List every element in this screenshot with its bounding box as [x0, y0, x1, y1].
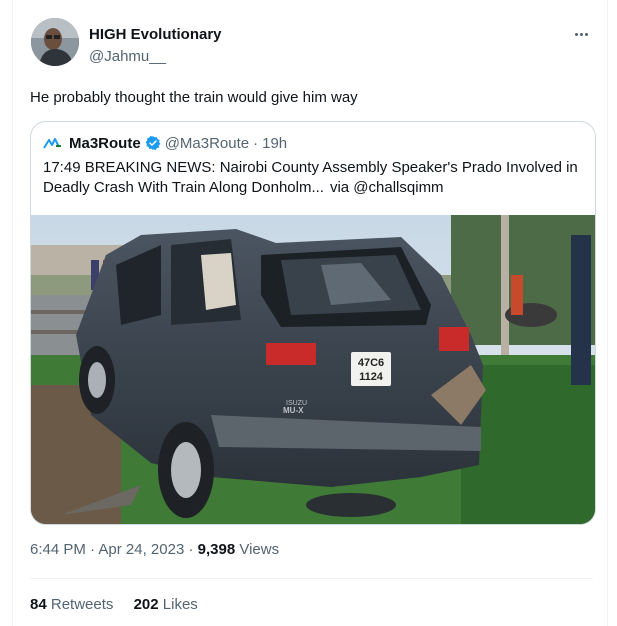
author-avatar[interactable]	[31, 18, 79, 66]
engagement-stats: 84 Retweets 202 Likes	[30, 596, 214, 613]
tweet-time[interactable]: 6:44 PM	[30, 541, 86, 558]
quoted-tweet-header: Ma3Route @Ma3Route · 19h	[43, 134, 287, 152]
likes-label: Likes	[162, 596, 198, 613]
license-plate-line2: 1124	[359, 371, 384, 383]
quoted-timestamp[interactable]: 19h	[262, 135, 287, 152]
author-name[interactable]: HIGH Evolutionary	[89, 26, 222, 43]
author-handle[interactable]: @Jahmu__	[89, 48, 166, 65]
retweets-label: Retweets	[50, 596, 114, 613]
quoted-tweet[interactable]: Ma3Route @Ma3Route · 19h 17:49 BREAKING …	[30, 121, 596, 525]
vehicle-badge-line2: MU-X	[283, 406, 304, 415]
avatar-image	[31, 18, 79, 66]
quoted-text-via: via @challsqimm	[329, 179, 444, 196]
more-options-icon[interactable]	[569, 24, 593, 44]
views-label: Views	[239, 541, 280, 558]
views-count: 9,398	[197, 541, 236, 558]
quoted-author-name[interactable]: Ma3Route	[69, 135, 141, 152]
retweets-count: 84	[30, 596, 47, 613]
likes-count: 202	[133, 596, 159, 613]
quoted-author-handle[interactable]: @Ma3Route	[165, 135, 249, 152]
quoted-text-body: 17:49 BREAKING NEWS: Nairobi County Asse…	[43, 159, 578, 196]
tweet-date[interactable]: Apr 24, 2023	[98, 541, 184, 558]
header-separator: ·	[253, 134, 259, 152]
crash-photo-illustration: 47C6 1124 ISUZU MU-X	[31, 215, 595, 524]
divider	[30, 578, 593, 579]
likes-link[interactable]: 202 Likes	[134, 596, 198, 613]
retweets-link[interactable]: 84 Retweets	[30, 596, 113, 613]
meta-separator: ·	[90, 541, 96, 558]
crash-photo[interactable]: 47C6 1124 ISUZU MU-X	[31, 215, 595, 524]
license-plate-line1: 47C6	[358, 357, 384, 369]
ma3route-logo-icon	[43, 138, 61, 149]
tweet-meta: 6:44 PM · Apr 24, 2023 · 9,398 Views	[30, 541, 279, 558]
meta-separator: ·	[188, 541, 194, 558]
tweet-card: HIGH Evolutionary @Jahmu__ He probably t…	[12, 0, 608, 626]
verified-badge-icon	[145, 135, 161, 151]
tweet-text: He probably thought the train would give…	[30, 89, 358, 106]
quoted-tweet-text: 17:49 BREAKING NEWS: Nairobi County Asse…	[43, 158, 583, 198]
